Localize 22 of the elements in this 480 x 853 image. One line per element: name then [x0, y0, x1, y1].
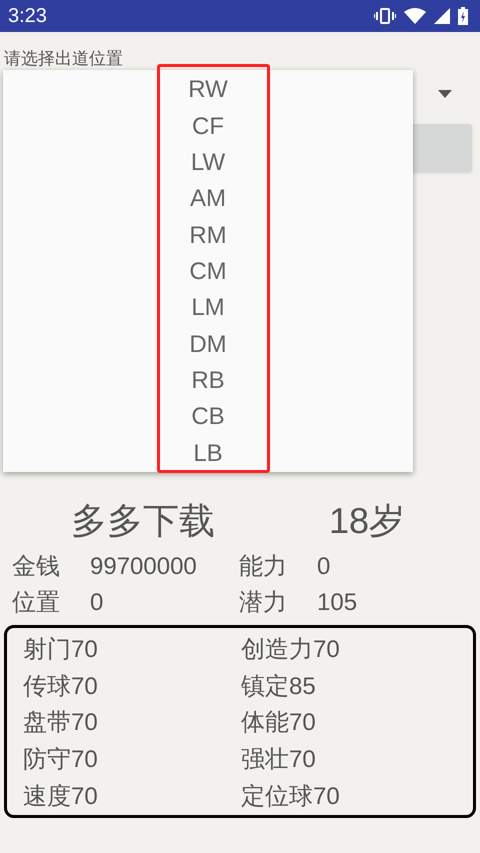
player-age: 18岁 [329, 499, 406, 543]
info-label: 潜力 [239, 588, 288, 618]
attribute-stat: 盘带70 [23, 708, 98, 738]
attribute-stat: 体能70 [241, 708, 316, 738]
info-value: 99700000 [90, 552, 197, 582]
status-time: 3:23 [8, 4, 47, 29]
attribute-stat: 射门70 [23, 635, 98, 666]
info-label: 位置 [12, 588, 61, 618]
info-value: 0 [90, 588, 104, 618]
prompt-label: 请选择出道位置 [4, 48, 124, 70]
attribute-stat: 传球70 [23, 672, 98, 702]
attribute-stat: 强壮70 [241, 745, 316, 776]
attribute-stat: 创造力70 [241, 635, 340, 666]
attribute-stat: 定位球70 [241, 782, 340, 812]
player-name: 多多下载 [71, 499, 216, 543]
attribute-stat: 速度70 [23, 782, 98, 812]
attribute-stat: 防守70 [23, 745, 98, 776]
info-label: 金钱 [12, 552, 61, 582]
info-value: 105 [317, 588, 358, 618]
info-label: 能力 [239, 552, 288, 582]
info-value: 0 [317, 552, 330, 582]
attribute-stat: 镇定85 [241, 672, 316, 702]
